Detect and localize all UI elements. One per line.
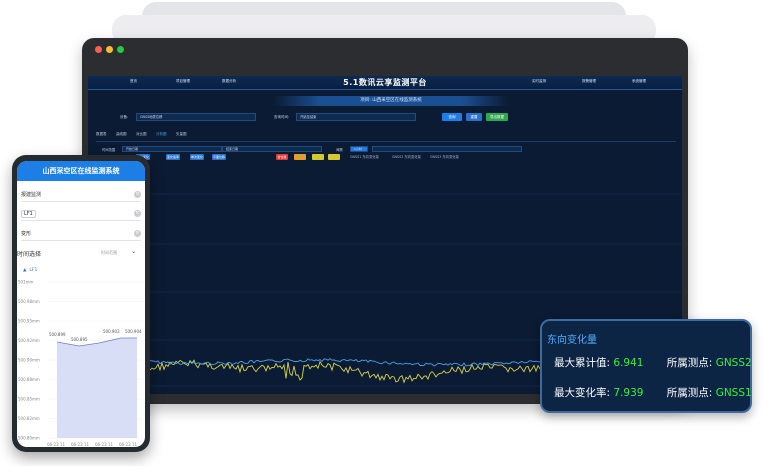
close-window-button[interactable] bbox=[95, 46, 102, 53]
chip-total[interactable]: 合位移 bbox=[276, 154, 288, 160]
range-extra-field[interactable] bbox=[372, 146, 522, 152]
reset-button[interactable]: 重置 bbox=[466, 113, 482, 121]
nav-item-home[interactable]: 首页 bbox=[130, 79, 137, 84]
time-range-value: 开始至结束 bbox=[300, 115, 317, 119]
monitor-type-field[interactable]: 报建监测 × bbox=[21, 188, 141, 202]
mobile-value-label: 500.903 bbox=[103, 329, 120, 334]
mobile-y-tick: 501mm bbox=[18, 280, 34, 285]
interval-select[interactable]: 1小时 bbox=[350, 146, 368, 152]
clear-icon[interactable]: × bbox=[134, 210, 141, 217]
time-range-label: 时间范围 bbox=[101, 250, 117, 255]
mobile-screen: 山西采空区在线监测系统 报建监测 × LF1 × 变形 × 时间选择 时间范围 … bbox=[17, 161, 145, 447]
mobile-y-tick: 500.90mm bbox=[18, 358, 40, 363]
mobile-x-tick: 06-23 11 bbox=[119, 442, 137, 447]
chip-marker-yellow[interactable] bbox=[312, 154, 324, 160]
device-label: 设备: bbox=[120, 115, 129, 119]
end-date-input[interactable]: 结束日期 bbox=[222, 146, 322, 152]
app-title: 5.1数讯云享监测平台 bbox=[343, 78, 427, 87]
mobile-y-tick: 500.82mm bbox=[18, 416, 40, 421]
device-select-value: GNSS地表位移 bbox=[140, 115, 163, 119]
card-row-max-rate: 最大变化率: 7.939 所属测点: GNSS1 bbox=[554, 385, 752, 400]
chip-marker-yellow-2[interactable] bbox=[328, 154, 340, 160]
device-select[interactable]: GNSS地表位移 bbox=[136, 113, 256, 121]
card-row-point-label: 所属测点: bbox=[666, 357, 713, 369]
chip-rate[interactable]: 变化速率 bbox=[166, 154, 180, 160]
card-title: 东向变化量 bbox=[547, 335, 597, 346]
card-row-max-cumulative: 最大累计值: 6.941 所属测点: GNSS2 bbox=[554, 355, 752, 370]
chip-marker-orange[interactable] bbox=[294, 154, 306, 160]
mobile-x-tick: 06-23 11 bbox=[47, 442, 65, 447]
end-date-value: 结束日期 bbox=[226, 147, 239, 151]
time-select-row[interactable]: 时间选择 时间范围 ⌄ bbox=[17, 247, 145, 259]
maximize-window-button[interactable] bbox=[117, 46, 124, 53]
tab-data-table[interactable]: 数据表 bbox=[96, 132, 107, 137]
mobile-value-label: 500.899 bbox=[49, 332, 66, 337]
tab-analysis-chart[interactable]: 分析图 bbox=[156, 132, 167, 137]
range-row: 时间范围 开始日期 结束日期 间隔 1小时 bbox=[96, 145, 676, 154]
mobile-value-label: 500.904 bbox=[125, 329, 142, 334]
mobile-line-chart: 501mm 500.98mm 500.95mm 500.92mm 500.90mm 500… bbox=[18, 280, 145, 447]
card-row-label: 最大累计值: bbox=[554, 357, 611, 369]
mobile-x-tick: 06-23 11 bbox=[95, 442, 113, 447]
chevron-down-icon[interactable]: ⌄ bbox=[131, 248, 136, 255]
time-range-input[interactable]: 开始至结束 bbox=[296, 113, 416, 121]
mobile-x-tick: 06-23 11 bbox=[71, 442, 89, 447]
tab-vector-chart[interactable]: 矢量图 bbox=[176, 132, 187, 137]
nav-item-realtime[interactable]: 实时监测 bbox=[532, 79, 546, 84]
project-banner: 项目: 山西采空区在线监测系统 bbox=[273, 96, 509, 106]
monitor-type-value: 报建监测 bbox=[21, 192, 42, 198]
chip-planar[interactable]: 平面位移 bbox=[212, 154, 226, 160]
east-change-card: 东向变化量 最大累计值: 6.941 所属测点: GNSS2 最大变化率: 7.… bbox=[540, 319, 752, 413]
mobile-value-label: 500.895 bbox=[71, 337, 88, 342]
nav-item-projects[interactable]: 项目管理 bbox=[176, 79, 190, 84]
export-button[interactable]: 导出数据 bbox=[486, 113, 508, 121]
card-row-point-label: 所属测点: bbox=[666, 387, 713, 399]
clear-icon[interactable]: × bbox=[134, 191, 141, 198]
mobile-y-tick: 500.92mm bbox=[18, 338, 40, 343]
point-field[interactable]: LF1 × bbox=[21, 207, 141, 221]
interval-value: 1小时 bbox=[354, 147, 362, 151]
tab-compare-chart[interactable]: 对比图 bbox=[136, 132, 147, 137]
mobile-area-fill bbox=[57, 338, 137, 438]
mobile-y-tick: 500.88mm bbox=[18, 377, 40, 382]
time-label: 查询时间: bbox=[274, 115, 290, 119]
tab-divider bbox=[96, 141, 676, 142]
point-value: LF1 bbox=[21, 210, 36, 218]
mobile-y-tick: 500.80mm bbox=[18, 436, 40, 441]
chart-options-row: 累计变化 变化速率 单次变化 平面位移 合位移 GNSS1 东向变化量 GNSS… bbox=[96, 154, 676, 163]
time-select-label: 时间选择 bbox=[17, 251, 42, 258]
interval-label: 间隔 bbox=[336, 148, 343, 152]
nav-item-analysis[interactable]: 数据分析 bbox=[222, 79, 236, 84]
mobile-device: 山西采空区在线监测系统 报建监测 × LF1 × 变形 × 时间选择 时间范围 … bbox=[12, 155, 150, 452]
card-row-label: 最大变化率: bbox=[554, 387, 611, 399]
chip-single[interactable]: 单次变化 bbox=[190, 154, 204, 160]
card-row-point-value: GNSS2 bbox=[715, 357, 752, 369]
metric-field[interactable]: 变形 × bbox=[21, 227, 141, 241]
mobile-title: 山西采空区在线监测系统 bbox=[17, 161, 145, 181]
card-row-value: 6.941 bbox=[613, 357, 644, 369]
clear-icon[interactable]: × bbox=[134, 230, 141, 237]
tab-curve-chart[interactable]: 曲线图 bbox=[116, 132, 127, 137]
start-date-value: 开始日期 bbox=[126, 147, 139, 151]
legend-series-1: GNSS1 东向变化量 bbox=[350, 155, 379, 159]
nav-item-system[interactable]: 系统管理 bbox=[632, 79, 646, 84]
composite-stage: 首页 项目管理 数据分析 5.1数讯云享监测平台 实时监测 报警管理 系统管理 … bbox=[0, 0, 768, 466]
minimize-window-button[interactable] bbox=[106, 46, 113, 53]
window-controls bbox=[95, 46, 124, 53]
mobile-y-tick: 500.98mm bbox=[18, 299, 40, 304]
filter-row: 设备: GNSS地表位移 查询时间: 开始至结束 查询 重置 导出数据 bbox=[96, 112, 676, 124]
query-button[interactable]: 查询 bbox=[442, 113, 462, 121]
nav-item-alarms[interactable]: 报警管理 bbox=[582, 79, 596, 84]
legend-series-3: GNSS3 东向变化量 bbox=[430, 155, 459, 159]
card-row-value: 7.939 bbox=[613, 387, 644, 399]
mobile-y-tick: 500.85mm bbox=[18, 397, 40, 402]
legend-series-2: GNSS2 东向变化量 bbox=[392, 155, 421, 159]
start-date-input[interactable]: 开始日期 bbox=[122, 146, 222, 152]
top-nav-bar: 首页 项目管理 数据分析 5.1数讯云享监测平台 实时监测 报警管理 系统管理 bbox=[88, 76, 682, 90]
metric-value: 变形 bbox=[21, 231, 32, 237]
mobile-y-tick: 500.95mm bbox=[18, 319, 40, 324]
card-row-point-value: GNSS1 bbox=[715, 387, 752, 399]
range-label: 时间范围 bbox=[102, 148, 116, 152]
